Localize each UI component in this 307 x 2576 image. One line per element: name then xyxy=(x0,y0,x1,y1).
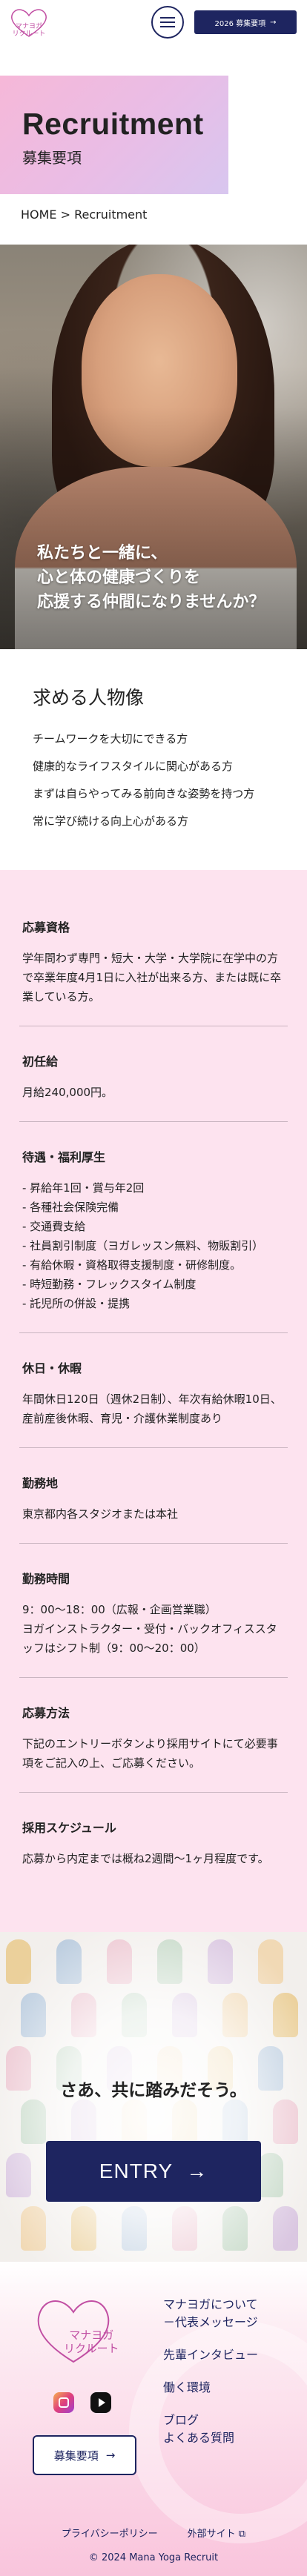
footer-requirements-button[interactable]: 募集要項 → xyxy=(33,2435,136,2475)
requirement-body: 9：00～18：00（広報・企画営業職） ヨガインストラクター・受付・バックオフ… xyxy=(22,1603,277,1655)
requirement-heading: 勤務時間 xyxy=(22,1572,70,1586)
external-site-label: 外部サイト xyxy=(187,2529,236,2540)
footer-nav-item[interactable]: 働く環境 xyxy=(163,2379,258,2397)
requirement-item: 採用スケジュール応募から内定までは概ね2週間〜1ヶ月程度です。 xyxy=(19,1793,288,1888)
entry-button[interactable]: ENTRY → xyxy=(46,2141,261,2202)
list-item: まずは自らやってみる前向きな姿勢を持つ方 xyxy=(33,787,255,800)
hero-line-1: 私たちと一緒に、 xyxy=(37,544,168,562)
requirement-heading: 勤務地 xyxy=(22,1476,59,1490)
requirement-item: 応募方法下記のエントリーボタンより採用サイトにて必要事項をご記入の上、ご応募くだ… xyxy=(19,1678,288,1793)
requirement-heading: 応募方法 xyxy=(22,1706,70,1720)
cta-heading: さあ、共に踏みだそう。 xyxy=(60,2081,247,2100)
page-title-box: Recruitment 募集要項 xyxy=(0,76,228,194)
footer-links: プライバシーポリシー 外部サイト ⧉ xyxy=(0,2526,307,2540)
instagram-icon[interactable] xyxy=(53,2392,74,2413)
copyright: © 2024 Mana Yoga Recruit xyxy=(88,2552,219,2563)
footer-logo-line1: マナヨガ xyxy=(69,2328,114,2342)
requirement-body: 応募から内定までは概ね2週間〜1ヶ月程度です。 xyxy=(22,1852,269,1865)
instagram-glyph xyxy=(59,2397,69,2408)
requirement-heading: 初任給 xyxy=(22,1055,59,1069)
requirement-item: 待遇・福利厚生 - 昇給年1回・賞与年2回 - 各種社会保険完備 - 交通費支給 … xyxy=(19,1122,288,1333)
requirement-item: 応募資格学年問わず専門・短大・大学・大学院に在学中の方で卒業年度4月1日に入社が… xyxy=(19,891,288,1026)
list-item: 健康的なライフスタイルに関心がある方 xyxy=(33,760,234,773)
footer-nav-item[interactable]: ブログ xyxy=(163,2411,258,2429)
youtube-icon[interactable] xyxy=(90,2392,111,2413)
requirement-body: 下記のエントリーボタンより採用サイトにて必要事項をご記入の上、ご応募ください。 xyxy=(22,1737,278,1770)
hamburger-menu-button[interactable] xyxy=(151,6,184,39)
hamburger-icon-bar xyxy=(160,21,175,23)
site-logo[interactable]: マナヨガ リクルート xyxy=(7,7,50,38)
logo-text-line2: リクルート xyxy=(12,30,46,38)
arrow-right-icon: → xyxy=(186,2160,208,2182)
footer-nav-item[interactable]: －代表メッセージ xyxy=(163,2314,258,2331)
site-header: マナヨガ リクルート 2026 募集要項 → xyxy=(0,0,307,44)
footer-nav-item[interactable]: よくある質問 xyxy=(163,2429,258,2447)
external-link-icon: ⧉ xyxy=(238,2529,246,2540)
logo-text: マナヨガ リクルート xyxy=(13,23,46,38)
requirement-body: 学年問わず専門・短大・大学・大学院に在学中の方で卒業年度4月1日に入社が出来る方… xyxy=(22,952,282,1003)
footer-nav: マナヨガについて －代表メッセージ 先輩インタビュー 働く環境 ブログ よくある… xyxy=(163,2296,258,2462)
footer-logo-text: マナヨガ リクルート xyxy=(64,2328,119,2355)
requirement-body: 年間休日120日（週休2日制）、年次有給休暇10日、産前産後休暇、育児・介護休業… xyxy=(22,1392,282,1425)
header-entry-button[interactable]: 2026 募集要項 → xyxy=(194,10,297,34)
requirement-heading: 休日・休暇 xyxy=(22,1361,82,1375)
logo-text-line1: マナヨガ xyxy=(15,23,42,30)
hamburger-icon xyxy=(160,17,175,19)
requirement-body: 月給240,000円。 xyxy=(22,1086,113,1099)
youtube-glyph xyxy=(98,2398,105,2407)
social-links xyxy=(53,2392,111,2413)
requirement-heading: 採用スケジュール xyxy=(22,1821,116,1835)
requirement-item: 休日・休暇年間休日120日（週休2日制）、年次有給休暇10日、産前産後休暇、育児… xyxy=(19,1333,288,1448)
hero-message: 私たちと一緒に、 心と体の健康づくりを 応援する仲間になりませんか？ xyxy=(37,541,265,614)
requirement-body: 東京都内各スタジオまたは本社 xyxy=(22,1507,179,1521)
hero-line-3: 応援する仲間になりませんか？ xyxy=(37,593,265,611)
footer-requirements-label: 募集要項 xyxy=(53,2449,99,2463)
list-item: チームワークを大切にできる方 xyxy=(33,732,188,746)
page-subtitle: 募集要項 xyxy=(22,149,82,167)
page-title-section: Recruitment 募集要項 xyxy=(0,44,307,194)
breadcrumb[interactable]: HOME > Recruitment xyxy=(21,208,147,222)
footer-nav-item[interactable]: 先輩インタビュー xyxy=(163,2346,258,2364)
hero-line-2: 心と体の健康づくりを xyxy=(37,568,201,587)
ideal-candidate-list: チームワークを大切にできる方 健康的なライフスタイルに関心がある方 まずは自らや… xyxy=(33,731,274,829)
privacy-policy-link[interactable]: プライバシーポリシー xyxy=(62,2526,158,2540)
hero-image: 私たちと一緒に、 心と体の健康づくりを 応援する仲間になりませんか？ xyxy=(0,245,307,649)
footer-nav-item[interactable]: マナヨガについて xyxy=(163,2296,258,2314)
requirement-body: - 昇給年1回・賞与年2回 - 各種社会保険完備 - 交通費支給 - 社員割引制… xyxy=(22,1181,264,1310)
ideal-candidate-section: 求める人物像 チームワークを大切にできる方 健康的なライフスタイルに関心がある方… xyxy=(0,649,307,870)
entry-cta-section: さあ、共に踏みだそう。 ENTRY → xyxy=(0,1932,307,2262)
requirements-section: 応募資格学年問わず専門・短大・大学・大学院に在学中の方で卒業年度4月1日に入社が… xyxy=(0,870,307,1932)
footer-logo-line2: リクルート xyxy=(64,2342,119,2355)
header-entry-label: 2026 募集要項 xyxy=(214,19,266,28)
requirement-item: 勤務地東京都内各スタジオまたは本社 xyxy=(19,1448,288,1544)
requirement-heading: 待遇・福利厚生 xyxy=(22,1150,106,1164)
hamburger-icon-bar xyxy=(160,26,175,27)
requirement-item: 勤務時間 9：00～18：00（広報・企画営業職） ヨガインストラクター・受付・バ… xyxy=(19,1544,288,1678)
page-title: Recruitment xyxy=(22,107,204,141)
list-item: 常に学び続ける向上心がある方 xyxy=(33,814,189,828)
requirement-heading: 応募資格 xyxy=(22,920,70,935)
site-footer: マナヨガ リクルート 募集要項 → マナヨガについて －代表メッセージ 先輩イン… xyxy=(0,2262,307,2576)
ideal-candidate-heading: 求める人物像 xyxy=(33,687,145,708)
arrow-right-icon: → xyxy=(270,18,277,27)
external-site-link[interactable]: 外部サイト ⧉ xyxy=(188,2526,245,2540)
breadcrumb-row: HOME > Recruitment xyxy=(0,193,307,245)
arrow-right-icon: → xyxy=(105,2449,116,2462)
requirement-item: 初任給月給240,000円。 xyxy=(19,1026,288,1122)
entry-button-label: ENTRY xyxy=(99,2160,174,2182)
